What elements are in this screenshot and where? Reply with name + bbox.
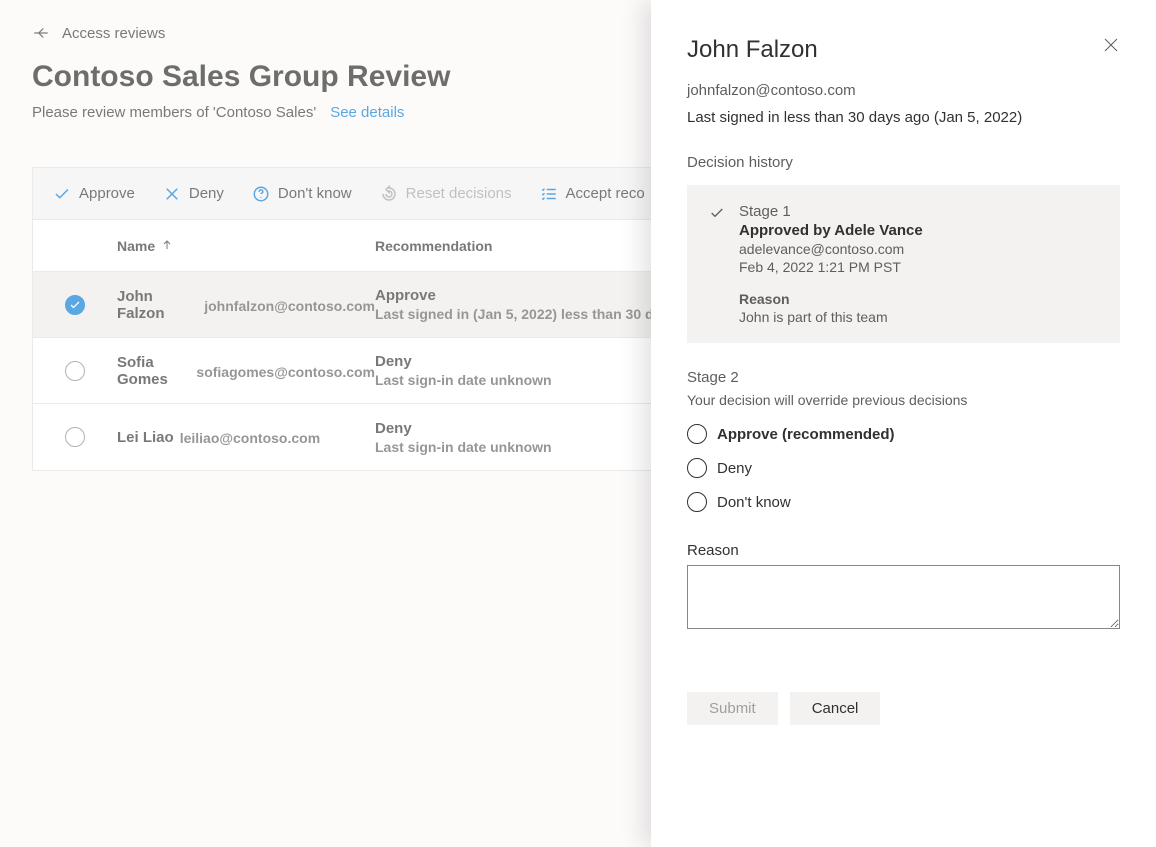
sort-ascending-icon [161,238,173,254]
x-icon [163,185,181,203]
decision-option-dont-know[interactable]: Don't know [687,492,1120,512]
list-check-icon [540,185,558,203]
history-date: Feb 4, 2022 1:21 PM PST [739,259,923,275]
person-email: sofiagomes@contoso.com [196,364,375,380]
reason-textarea[interactable] [687,565,1120,629]
history-reason-label: Reason [739,291,1098,307]
person-name: Lei Liao [117,429,174,446]
history-approved-by: Approved by Adele Vance [739,222,923,239]
checkmark-icon [53,185,71,203]
close-button[interactable] [1102,36,1120,57]
history-approver-email: adelevance@contoso.com [739,241,923,257]
back-arrow-icon[interactable] [32,24,50,42]
history-stage: Stage 1 [739,203,923,220]
radio-icon [687,492,707,512]
approve-button[interactable]: Approve [53,185,135,203]
details-panel: John Falzon johnfalzon@contoso.com Last … [651,0,1156,847]
decision-options: Approve (recommended) Deny Don't know [687,424,1120,512]
row-select-radio[interactable] [65,427,85,447]
decision-option-deny[interactable]: Deny [687,458,1120,478]
panel-title: John Falzon [687,36,818,64]
decision-option-approve[interactable]: Approve (recommended) [687,424,1120,444]
decision-history-label: Decision history [687,154,1120,171]
radio-icon [687,424,707,444]
radio-icon [687,458,707,478]
person-name: John Falzon [117,288,198,322]
panel-email: johnfalzon@contoso.com [687,82,1120,99]
reset-decisions-button[interactable]: Reset decisions [380,185,512,203]
column-header-name[interactable]: Name [117,238,375,254]
stage2-note: Your decision will override previous dec… [687,392,1120,408]
submit-button[interactable]: Submit [687,692,778,725]
reset-icon [380,185,398,203]
cancel-button[interactable]: Cancel [790,692,881,725]
panel-signin-info: Last signed in less than 30 days ago (Ja… [687,109,1120,126]
page-subtitle: Please review members of 'Contoso Sales' [32,104,316,121]
row-select-radio[interactable] [65,361,85,381]
person-email: leiliao@contoso.com [180,430,320,446]
stage2-label: Stage 2 [687,369,1120,386]
deny-button[interactable]: Deny [163,185,224,203]
reason-label: Reason [687,542,1120,559]
row-select-radio[interactable] [65,295,85,315]
history-reason-text: John is part of this team [739,309,1098,325]
person-name: Sofia Gomes [117,354,190,388]
breadcrumb-label[interactable]: Access reviews [62,25,165,42]
question-icon [252,185,270,203]
person-email: johnfalzon@contoso.com [204,298,375,314]
dont-know-button[interactable]: Don't know [252,185,352,203]
accept-recommendations-button[interactable]: Accept reco [540,185,645,203]
decision-history-card: Stage 1 Approved by Adele Vance adelevan… [687,185,1120,343]
checkmark-icon [709,203,725,224]
see-details-link[interactable]: See details [330,104,404,121]
close-icon [1102,41,1120,57]
